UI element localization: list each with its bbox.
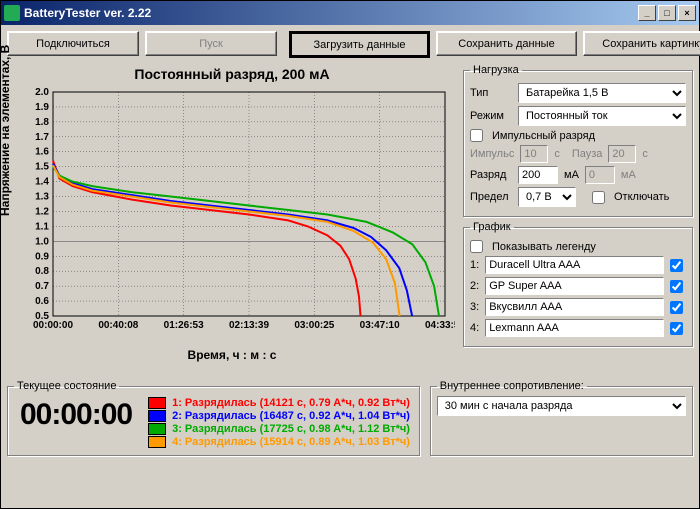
svg-text:1.5: 1.5 (35, 162, 49, 173)
series4-input[interactable] (485, 319, 664, 337)
discharge2-input (585, 166, 615, 184)
resistance-select[interactable]: 30 мин с начала разряда (437, 396, 686, 416)
svg-text:00:40:08: 00:40:08 (98, 320, 138, 331)
series4-checkbox[interactable] (670, 322, 683, 335)
swatch-1 (148, 397, 166, 409)
show-legend-label: Показывать легенду (492, 241, 596, 253)
pulse-checkbox[interactable] (470, 129, 483, 142)
series2-checkbox[interactable] (670, 280, 683, 293)
chart-ylabel: Напряжение на элементах, В (0, 45, 12, 216)
svg-text:1.7: 1.7 (35, 132, 49, 143)
chart-title: Постоянный разряд, 200 мА (7, 66, 457, 82)
series2-input[interactable] (485, 277, 664, 295)
title-bar: BatteryTester ver. 2.22 _ □ × (1, 1, 699, 25)
type-label: Тип (470, 87, 512, 99)
swatch-4 (148, 436, 166, 448)
status-s2: 2: Разрядилась (16487 c, 0.92 A*ч, 1.04 … (172, 410, 410, 422)
app-icon (4, 5, 20, 21)
swatch-3 (148, 423, 166, 435)
svg-text:03:47:10: 03:47:10 (360, 320, 400, 331)
sec2-label: с (642, 148, 648, 160)
pulse-input (520, 145, 548, 163)
svg-text:2.0: 2.0 (35, 87, 49, 98)
limit-select[interactable]: 0,7 В (518, 187, 576, 207)
save-picture-button[interactable]: Сохранить картинку (583, 31, 700, 56)
svg-text:04:33:56: 04:33:56 (425, 320, 455, 331)
svg-text:1.3: 1.3 (35, 192, 49, 203)
limit-label: Предел (470, 191, 512, 203)
chart-area: Постоянный разряд, 200 мА Напряжение на … (7, 64, 457, 374)
s3-label: 3: (470, 301, 479, 313)
resistance-legend: Внутреннее сопротивление: (437, 380, 587, 392)
close-button[interactable]: × (678, 5, 696, 21)
svg-text:00:00:00: 00:00:00 (33, 320, 73, 331)
save-data-button[interactable]: Сохранить данные (436, 31, 577, 56)
load-panel: Нагрузка Тип Батарейка 1,5 В Режим Посто… (463, 64, 693, 217)
svg-text:03:00:25: 03:00:25 (294, 320, 334, 331)
elapsed-time: 00:00:00 (14, 396, 138, 434)
discharge-unit: мА (564, 169, 579, 181)
s4-label: 4: (470, 322, 479, 334)
sec1-label: с (554, 148, 560, 160)
svg-text:1.0: 1.0 (35, 236, 49, 247)
status-legend: Текущее состояние (14, 380, 119, 392)
series1-input[interactable] (485, 256, 664, 274)
chart-plot: Напряжение на элементах, В 0.50.60.70.80… (7, 86, 455, 346)
chart-xlabel: Время, ч : м : с (7, 348, 457, 362)
load-legend: Нагрузка (470, 64, 522, 76)
discharge2-unit: мА (621, 169, 636, 181)
status-s3: 3: Разрядилась (17725 c, 0.98 A*ч, 1.12 … (172, 423, 410, 435)
svg-text:1.1: 1.1 (35, 221, 49, 232)
status-s1: 1: Разрядилась (14121 c, 0.79 A*ч, 0.92 … (172, 397, 410, 409)
svg-text:1.9: 1.9 (35, 102, 49, 113)
pulse-cb-label: Импульсный разряд (492, 130, 595, 142)
pause-input (608, 145, 636, 163)
series3-checkbox[interactable] (670, 301, 683, 314)
mode-select[interactable]: Постоянный ток (518, 106, 686, 126)
pause-label: Пауза (572, 148, 603, 160)
type-select[interactable]: Батарейка 1,5 В (518, 83, 686, 103)
mode-label: Режим (470, 110, 512, 122)
svg-text:1.6: 1.6 (35, 147, 49, 158)
show-legend-checkbox[interactable] (470, 240, 483, 253)
svg-text:0.8: 0.8 (35, 266, 49, 277)
connect-button[interactable]: Подключиться (7, 31, 139, 56)
resistance-panel: Внутреннее сопротивление: 30 мин с начал… (430, 380, 693, 456)
svg-text:1.8: 1.8 (35, 117, 49, 128)
svg-text:02:13:39: 02:13:39 (229, 320, 269, 331)
svg-text:0.7: 0.7 (35, 281, 49, 292)
svg-text:0.9: 0.9 (35, 251, 49, 262)
s2-label: 2: (470, 280, 479, 292)
status-s4: 4: Разрядилась (15914 c, 0.89 A*ч, 1.03 … (172, 436, 410, 448)
svg-text:1.4: 1.4 (35, 177, 49, 188)
toolbar: Подключиться Пуск Загрузить данные Сохра… (7, 31, 693, 58)
discharge-label: Разряд (470, 169, 512, 181)
disconnect-label: Отключать (614, 191, 669, 203)
window-title: BatteryTester ver. 2.22 (24, 6, 151, 20)
minimize-button[interactable]: _ (638, 5, 656, 21)
start-button[interactable]: Пуск (145, 31, 277, 56)
discharge-input[interactable] (518, 166, 558, 184)
svg-text:1.2: 1.2 (35, 206, 49, 217)
svg-text:01:26:53: 01:26:53 (164, 320, 204, 331)
app-window: BatteryTester ver. 2.22 _ □ × Подключить… (0, 0, 700, 509)
disconnect-checkbox[interactable] (592, 191, 605, 204)
graph-legend: График (470, 221, 514, 233)
s1-label: 1: (470, 259, 479, 271)
svg-text:0.6: 0.6 (35, 296, 49, 307)
graph-panel: График Показывать легенду 1: 2: (463, 221, 693, 347)
status-panel: Текущее состояние 00:00:00 1: Разрядилас… (7, 380, 420, 456)
swatch-2 (148, 410, 166, 422)
series1-checkbox[interactable] (670, 259, 683, 272)
series3-input[interactable] (485, 298, 664, 316)
load-data-button[interactable]: Загрузить данные (289, 31, 430, 58)
maximize-button[interactable]: □ (658, 5, 676, 21)
pulse-label: Импульс (470, 148, 514, 160)
